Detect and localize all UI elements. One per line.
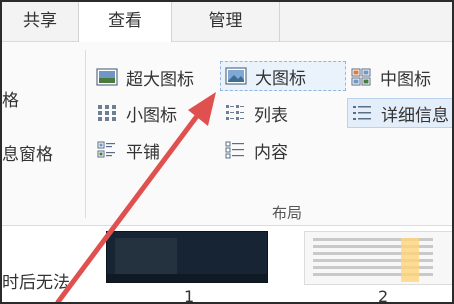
layout-large-icons[interactable]: 大图标 bbox=[220, 61, 346, 91]
view-ribbon: 格 息窗格 超大图标 大图标 中图标 小图标 列表 详细信息 平铺 内容 布局 bbox=[2, 42, 452, 226]
layout-label: 列表 bbox=[254, 105, 288, 126]
thumbnail-preview-taskbar bbox=[107, 274, 267, 282]
layout-medium-icons[interactable]: 中图标 bbox=[350, 62, 452, 92]
layout-label: 超大图标 bbox=[126, 69, 194, 90]
tab-share[interactable]: 共享 bbox=[2, 2, 78, 42]
file-view: 时后无法 1 2 bbox=[2, 227, 452, 302]
layout-extra-large-icons[interactable]: 超大图标 bbox=[96, 62, 220, 92]
tab-manage[interactable]: 管理 bbox=[172, 2, 280, 42]
thumbnail-2[interactable] bbox=[304, 231, 452, 285]
medium-icons-icon bbox=[351, 68, 371, 86]
thumbnail-label[interactable]: 2 bbox=[378, 287, 388, 302]
details-view-icon bbox=[353, 106, 371, 120]
layout-label: 大图标 bbox=[255, 68, 306, 89]
layout-label: 内容 bbox=[254, 142, 288, 163]
large-icons-icon bbox=[225, 67, 247, 85]
ribbon-tab-bar: 共享 查看 管理 bbox=[2, 2, 452, 43]
layout-list[interactable]: 列表 bbox=[220, 98, 346, 128]
layout-group-label: 布局 bbox=[272, 204, 303, 222]
thumbnail-1[interactable] bbox=[106, 231, 268, 283]
layout-label: 平铺 bbox=[126, 142, 160, 163]
content-view-icon bbox=[225, 141, 244, 159]
thumbnail-highlight bbox=[401, 238, 419, 282]
extra-large-icons-icon bbox=[96, 68, 118, 86]
tiles-view-icon bbox=[97, 141, 115, 158]
navigation-pane-label[interactable]: 格 bbox=[2, 86, 19, 111]
thumbnail-preview-menu bbox=[115, 238, 177, 276]
layout-tiles[interactable]: 平铺 bbox=[96, 135, 220, 165]
layout-label: 详细信息 bbox=[381, 105, 449, 126]
layout-small-icons[interactable]: 小图标 bbox=[96, 98, 220, 128]
list-view-icon bbox=[226, 105, 244, 120]
layout-label: 中图标 bbox=[380, 69, 431, 90]
explorer-window: 共享 查看 管理 格 息窗格 超大图标 大图标 中图标 小图标 列表 详细信息 … bbox=[0, 0, 454, 304]
ribbon-divider bbox=[85, 50, 86, 218]
details-pane-label[interactable]: 息窗格 bbox=[2, 140, 53, 165]
layout-label: 小图标 bbox=[126, 105, 177, 126]
tab-view[interactable]: 查看 bbox=[78, 2, 172, 43]
small-icons-icon bbox=[98, 105, 116, 121]
layout-content[interactable]: 内容 bbox=[220, 135, 346, 165]
thumbnail-label[interactable]: 1 bbox=[184, 287, 194, 302]
side-text: 时后无法 bbox=[2, 273, 70, 293]
layout-details[interactable]: 详细信息 bbox=[347, 98, 452, 128]
